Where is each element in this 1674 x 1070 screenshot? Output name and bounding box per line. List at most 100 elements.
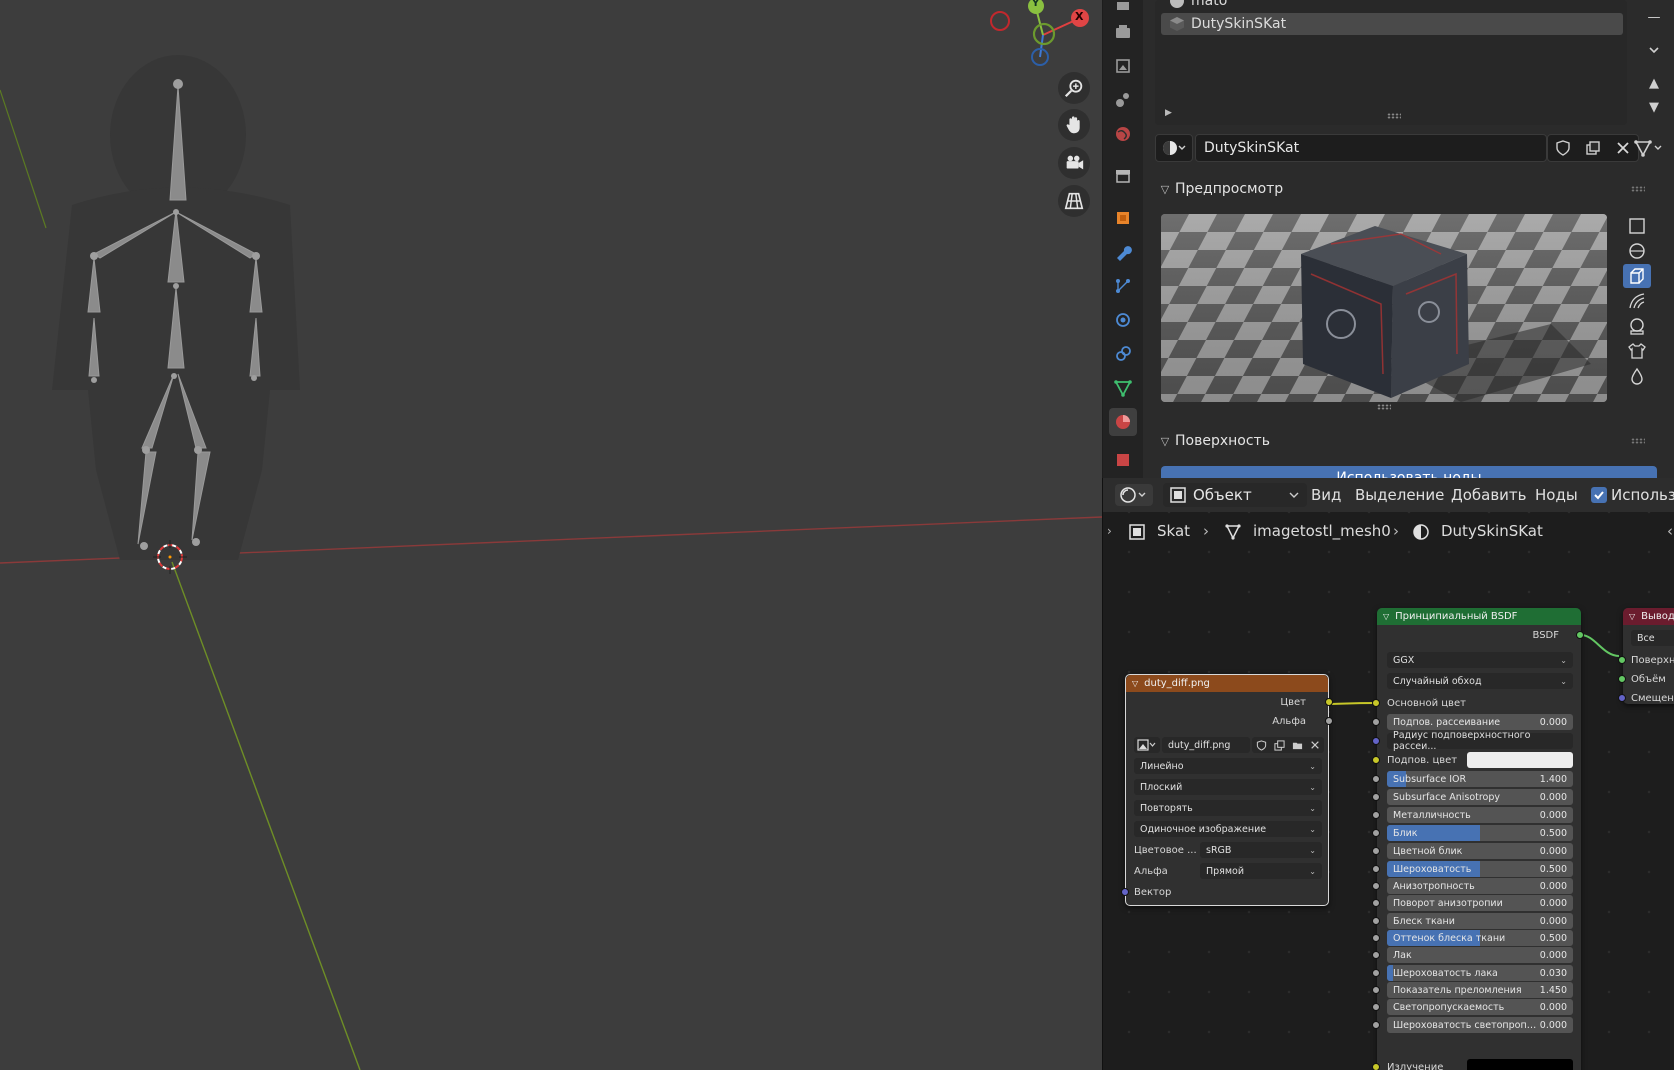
bsdf-value-field[interactable]: Анизотропность 0.000 — [1387, 878, 1573, 894]
bsdf-value-field[interactable]: Металличность 0.000 — [1387, 807, 1573, 823]
bsdf-value-field[interactable]: Шероховатость светопропуск 0.000 — [1387, 1017, 1573, 1033]
move-slot-down-button[interactable]: ▼ — [1641, 96, 1667, 118]
preview-sphere-button[interactable] — [1623, 239, 1651, 263]
shader-node-editor[interactable]: Объект Вид Выделение Добавить Ноды Испол… — [1102, 478, 1674, 1070]
slot-specials-button[interactable] — [1641, 39, 1667, 61]
input-socket[interactable] — [1372, 969, 1380, 977]
tab-data[interactable] — [1109, 374, 1137, 402]
input-socket[interactable] — [1372, 865, 1380, 873]
pan-button[interactable] — [1058, 109, 1090, 141]
input-socket[interactable] — [1372, 718, 1380, 726]
input-base-color-socket[interactable] — [1372, 699, 1380, 707]
tab-render[interactable] — [1109, 18, 1137, 46]
color-space-select[interactable]: sRGB ⌄ — [1200, 842, 1322, 858]
input-socket[interactable] — [1372, 1003, 1380, 1011]
bsdf-value-field[interactable]: Показатель преломления 1.450 — [1387, 982, 1573, 998]
tab-particles[interactable] — [1109, 272, 1137, 300]
panel-drag-grip[interactable] — [1631, 186, 1645, 192]
input-socket[interactable] — [1372, 811, 1380, 819]
input-socket[interactable] — [1372, 917, 1380, 925]
gizmo-x-label[interactable]: X — [1075, 10, 1083, 23]
input-socket[interactable] — [1372, 775, 1380, 783]
input-socket[interactable] — [1372, 882, 1380, 890]
emission-color-swatch[interactable] — [1467, 1059, 1573, 1070]
preview-fluid-button[interactable] — [1623, 364, 1651, 388]
material-output-node[interactable]: ▽ Вывод Все Поверхность Объём Смещение — [1618, 608, 1674, 704]
input-emission-socket[interactable] — [1372, 1063, 1380, 1070]
bsdf-output-socket[interactable] — [1576, 631, 1584, 639]
distribution-select[interactable]: GGX ⌄ — [1387, 652, 1573, 668]
preview-hair-button[interactable] — [1623, 289, 1651, 313]
input-surface-socket[interactable] — [1618, 656, 1626, 664]
tab-view-layer[interactable] — [1109, 86, 1137, 114]
fake-user-shield-icon[interactable] — [1256, 739, 1267, 751]
browse-material-button[interactable] — [1155, 134, 1193, 162]
alpha-mode-select[interactable]: Прямой ⌄ — [1200, 863, 1322, 879]
input-socket[interactable] — [1372, 934, 1380, 942]
preview-cube-button[interactable] — [1623, 264, 1651, 288]
bsdf-value-field[interactable]: Цветной блик 0.000 — [1387, 843, 1573, 859]
extension-select[interactable]: Повторять ⌄ — [1134, 800, 1322, 816]
move-slot-up-button[interactable]: ▲ — [1641, 72, 1667, 94]
duplicate-icon[interactable] — [1274, 739, 1285, 751]
bsdf-value-field[interactable]: Блик 0.500 — [1387, 825, 1573, 841]
output-target-select[interactable]: Все — [1631, 630, 1674, 646]
input-subsurface-color-socket[interactable] — [1372, 756, 1380, 764]
input-subsurface-radius-socket[interactable] — [1372, 737, 1380, 745]
bsdf-value-field[interactable]: Subsurface Anisotropy 0.000 — [1387, 789, 1573, 805]
preview-shaderball-button[interactable] — [1623, 314, 1651, 338]
projection-select[interactable]: Плоский ⌄ — [1134, 779, 1322, 795]
input-socket[interactable] — [1372, 986, 1380, 994]
image-node-header[interactable]: ▽ duty_diff.png — [1126, 675, 1328, 692]
input-volume-socket[interactable] — [1618, 675, 1626, 683]
duplicate-icon[interactable] — [1585, 140, 1601, 156]
tab-collection[interactable] — [1109, 162, 1137, 190]
input-displacement-socket[interactable] — [1618, 694, 1626, 702]
subsurface-method-select[interactable]: Случайный обход ⌄ — [1387, 673, 1573, 689]
gizmo-y-label[interactable]: Y — [1032, 0, 1039, 9]
subsurface-color-swatch[interactable] — [1467, 752, 1573, 768]
3d-viewport[interactable]: X Y — [0, 0, 1102, 1070]
input-socket[interactable] — [1372, 829, 1380, 837]
tab-world[interactable] — [1109, 120, 1137, 148]
tab-texture[interactable] — [1109, 444, 1137, 472]
input-socket[interactable] — [1372, 847, 1380, 855]
preview-panel-header[interactable]: ▽ Предпросмотр — [1155, 176, 1655, 202]
image-browse-button[interactable] — [1134, 737, 1160, 753]
subsurface-radius-select[interactable]: Радиус подповерхностного рассеи... — [1387, 730, 1573, 752]
image-texture-node[interactable]: ▽ duty_diff.png Цвет Альфа duty_diff.png… — [1121, 674, 1333, 906]
remove-slot-button[interactable]: — — [1641, 6, 1667, 28]
expand-triangle-icon[interactable]: ▶ — [1165, 108, 1172, 118]
bsdf-value-field[interactable]: Блеск ткани 0.000 — [1387, 913, 1573, 929]
bsdf-node-header[interactable]: ▽ Принципиальный BSDF — [1377, 608, 1581, 625]
tab-constraints[interactable] — [1109, 340, 1137, 368]
link-to-data-button[interactable] — [1629, 134, 1669, 162]
perspective-toggle-button[interactable] — [1058, 185, 1090, 217]
bsdf-value-field[interactable]: Subsurface IOR 1.400 — [1387, 771, 1573, 787]
input-socket[interactable] — [1372, 899, 1380, 907]
input-socket[interactable] — [1372, 951, 1380, 959]
interpolation-select[interactable]: Линейно ⌄ — [1134, 758, 1322, 774]
output-color-socket[interactable] — [1325, 698, 1333, 706]
preview-resize-grip[interactable] — [1377, 404, 1391, 410]
bsdf-value-field[interactable]: Шероховатость 0.500 — [1387, 861, 1573, 877]
preview-cloth-button[interactable] — [1623, 339, 1651, 363]
surface-panel-header[interactable]: ▽ Поверхность — [1155, 428, 1655, 454]
output-alpha-socket[interactable] — [1325, 717, 1333, 725]
zoom-button[interactable] — [1058, 72, 1090, 104]
bsdf-value-field[interactable]: Поворот анизотропии 0.000 — [1387, 895, 1573, 911]
input-vector-socket[interactable] — [1121, 888, 1129, 896]
bsdf-value-field[interactable]: Светопропускаемость 0.000 — [1387, 999, 1573, 1015]
tab-physics[interactable] — [1109, 306, 1137, 334]
input-socket[interactable] — [1372, 793, 1380, 801]
image-name-field[interactable]: duty_diff.png — [1162, 737, 1250, 753]
bsdf-value-field[interactable]: Подпов. рассеивание 0.000 — [1387, 714, 1573, 730]
panel-drag-grip[interactable] — [1631, 438, 1645, 444]
input-socket[interactable] — [1372, 1021, 1380, 1029]
bsdf-value-field[interactable]: Лак 0.000 — [1387, 947, 1573, 963]
tab-modifiers[interactable] — [1109, 238, 1137, 266]
output-node-header[interactable]: ▽ Вывод — [1623, 608, 1674, 625]
material-slot-item-selected[interactable]: DutySkinSKat — [1161, 13, 1623, 35]
close-icon[interactable] — [1310, 740, 1320, 750]
material-slot-item[interactable]: mato — [1161, 0, 1623, 12]
